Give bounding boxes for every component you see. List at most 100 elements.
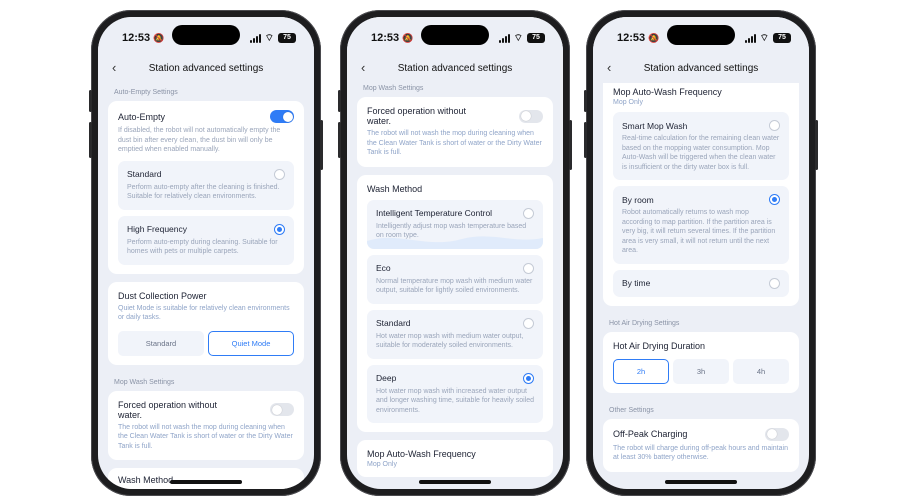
radio-intelligent[interactable] (523, 207, 534, 219)
off-peak-toggle[interactable] (765, 427, 789, 441)
wifi-icon: ⌔ (513, 32, 523, 44)
hot-air-2h[interactable]: 2h (613, 358, 669, 384)
status-time: 12:53 (371, 32, 400, 44)
radio-standard[interactable] (274, 168, 285, 180)
dynamic-island (667, 25, 735, 45)
wash-option-deep[interactable]: Deep Hot water mop wash with increased w… (367, 364, 543, 423)
screen-2: 12:53 🔕 ⌔ 75 ‹ Station advanced settings … (347, 17, 563, 489)
radio-eco[interactable] (523, 262, 534, 274)
option-title: Eco (376, 263, 391, 273)
off-peak-card: Off-Peak Charging The robot will charge … (603, 418, 799, 472)
forced-operation-toggle[interactable] (519, 109, 543, 123)
nav-bar: ‹ Station advanced settings (593, 53, 809, 83)
option-title: High Frequency (127, 224, 188, 234)
radio-by-room[interactable] (769, 194, 780, 205)
option-title: By room (622, 194, 654, 205)
dust-power-standard[interactable]: Standard (118, 330, 204, 356)
signal-icon (249, 33, 261, 43)
bell-slash-icon: 🔕 (153, 32, 165, 43)
option-title: Smart Mop Wash (622, 120, 688, 131)
back-chevron-icon[interactable]: ‹ (361, 60, 365, 75)
option-title: Standard (376, 318, 411, 328)
screen-1: 12:53 🔕 ⌔ 75 ‹ Station advanced settings … (98, 17, 314, 489)
forced-operation-title: Forced operation without water. (367, 106, 467, 126)
dust-power-card: Dust Collection Power Quiet Mode is suit… (108, 281, 304, 365)
auto-wash-frequency-sub: Mop Only (613, 99, 643, 106)
auto-wash-frequency-title: Mop Auto-Wash Frequency (367, 449, 476, 459)
forced-operation-desc: The robot will not wash the mop during c… (118, 423, 293, 450)
option-title: Deep (376, 373, 397, 383)
option-desc: Intelligently adjust mop wash temperatur… (376, 222, 527, 240)
auto-empty-card: Auto-Empty If disabled, the robot will n… (108, 101, 304, 274)
off-peak-desc: The robot will charge during off-peak ho… (613, 444, 788, 462)
radio-deep[interactable] (523, 372, 534, 384)
radio-high-frequency[interactable] (274, 223, 285, 235)
settings-content: Auto-Empty Settings Auto-Empty If disabl… (98, 83, 314, 489)
forced-operation-desc: The robot will not wash the mop during c… (367, 130, 542, 156)
page-title: Station advanced settings (643, 62, 759, 74)
page-title: Station advanced settings (148, 62, 264, 74)
forced-operation-title: Forced operation without water. (118, 399, 218, 420)
bell-slash-icon: 🔕 (402, 32, 414, 43)
phone-frame-2: 12:53 🔕 ⌔ 75 ‹ Station advanced settings … (338, 10, 572, 496)
battery-icon: 75 (527, 33, 545, 43)
option-desc: Perform auto-empty during cleaning. Suit… (127, 238, 278, 256)
screen-3: 12:53 🔕 ⌔ 75 ‹ Station advanced settings … (593, 17, 809, 489)
wash-method-title: Wash Method (367, 183, 423, 194)
hot-air-segment: 2h 3h 4h (613, 358, 789, 384)
home-indicator (665, 480, 737, 484)
auto-empty-option-high-frequency[interactable]: High Frequency Perform auto-empty during… (118, 215, 294, 265)
option-title: Intelligent Temperature Control (376, 208, 493, 218)
signal-icon (744, 33, 756, 43)
back-chevron-icon[interactable]: ‹ (112, 60, 116, 75)
battery-icon: 75 (278, 33, 296, 43)
settings-content: Mop Wash Settings Forced operation witho… (347, 83, 563, 489)
auto-wash-frequency-card: Mop Auto-Wash Frequency Mop Only (357, 440, 553, 477)
section-label-mop-wash: Mop Wash Settings (363, 85, 424, 92)
wash-option-standard[interactable]: Standard Hot water mop wash with medium … (367, 309, 543, 359)
auto-empty-title: Auto-Empty (118, 111, 166, 122)
forced-operation-toggle[interactable] (270, 403, 294, 416)
freq-option-by-room[interactable]: By room Robot automatically returns to w… (613, 186, 789, 264)
dust-power-title: Dust Collection Power (118, 290, 207, 301)
option-title: By time (622, 278, 651, 288)
auto-empty-option-standard[interactable]: Standard Perform auto-empty after the cl… (118, 160, 294, 210)
wash-option-intelligent[interactable]: Intelligent Temperature Control Intellig… (367, 199, 543, 249)
radio-smart[interactable] (769, 120, 780, 131)
auto-empty-desc: If disabled, the robot will not automati… (118, 127, 281, 153)
hot-air-4h[interactable]: 4h (733, 358, 789, 384)
section-label-auto-empty: Auto-Empty Settings (114, 89, 178, 96)
dynamic-island (421, 25, 489, 45)
hot-air-card: Hot Air Drying Duration 2h 3h 4h (603, 331, 799, 393)
freq-option-by-time[interactable]: By time (613, 269, 789, 297)
section-label-mop-wash: Mop Wash Settings (114, 378, 175, 386)
off-peak-title: Off-Peak Charging (613, 429, 688, 439)
wash-option-eco[interactable]: Eco Normal temperature mop wash with med… (367, 254, 543, 304)
option-desc: Perform auto-empty after the cleaning is… (127, 183, 280, 201)
option-desc: Hot water mop wash with increased water … (376, 387, 534, 414)
back-chevron-icon[interactable]: ‹ (607, 60, 611, 75)
nav-bar: ‹ Station advanced settings (347, 53, 563, 83)
forced-operation-card: Forced operation without water. The robo… (108, 390, 304, 460)
radio-by-time[interactable] (769, 277, 780, 289)
section-label-other: Other Settings (609, 406, 654, 414)
wifi-icon: ⌔ (759, 32, 769, 44)
option-desc: Robot automatically returns to wash mop … (622, 209, 776, 254)
wash-method-card: Wash Method (108, 468, 304, 489)
home-indicator (170, 480, 242, 484)
status-time: 12:53 (122, 32, 151, 44)
hot-air-3h[interactable]: 3h (673, 358, 729, 384)
settings-content: Mop Auto-Wash Frequency Mop Only Smart M… (593, 79, 809, 489)
bell-slash-icon: 🔕 (648, 32, 660, 43)
radio-standard[interactable] (523, 317, 534, 329)
auto-wash-frequency-sub: Mop Only (367, 461, 397, 468)
dust-power-quiet[interactable]: Quiet Mode (208, 330, 294, 356)
nav-bar: ‹ Station advanced settings (98, 53, 314, 83)
freq-option-smart[interactable]: Smart Mop Wash Real-time calculation for… (613, 112, 789, 180)
auto-empty-toggle[interactable] (270, 110, 294, 123)
dynamic-island (172, 25, 240, 45)
dust-power-segment: Standard Quiet Mode (118, 330, 294, 356)
phone-frame-1: 12:53 🔕 ⌔ 75 ‹ Station advanced settings … (89, 10, 323, 496)
auto-wash-frequency-card: Mop Auto-Wash Frequency Mop Only Smart M… (603, 79, 799, 306)
forced-operation-card: Forced operation without water. The robo… (357, 97, 553, 167)
